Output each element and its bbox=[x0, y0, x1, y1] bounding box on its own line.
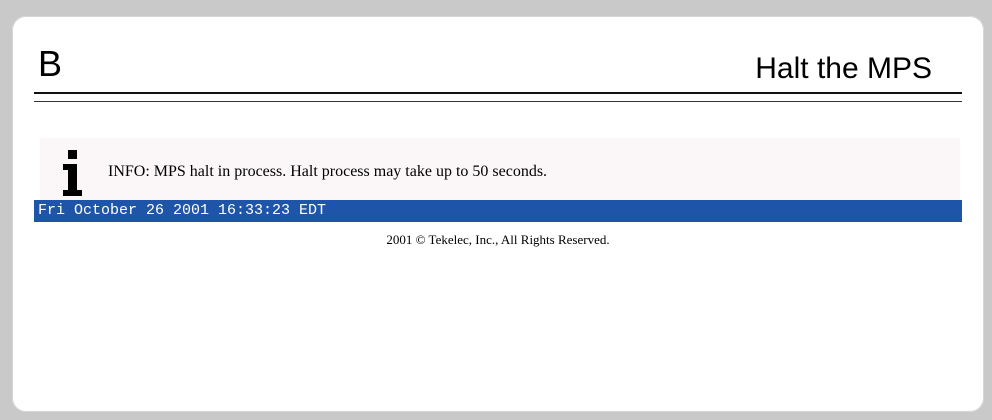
page-title: Halt the MPS bbox=[755, 52, 932, 85]
panel-frame: B Halt the MPS INFO: MPS halt in process… bbox=[12, 16, 984, 412]
copyright-text: 2001 © Tekelec, Inc., All Rights Reserve… bbox=[386, 232, 610, 247]
panel-letter: B bbox=[38, 43, 63, 84]
info-message: INFO: MPS halt in process. Halt process … bbox=[108, 163, 548, 180]
header-divider-thick bbox=[34, 92, 962, 94]
datetime-status-bar: Fri October 26 2001 16:33:23 EDT bbox=[34, 200, 962, 222]
info-icon bbox=[62, 150, 82, 198]
header-divider-thin bbox=[34, 101, 962, 102]
